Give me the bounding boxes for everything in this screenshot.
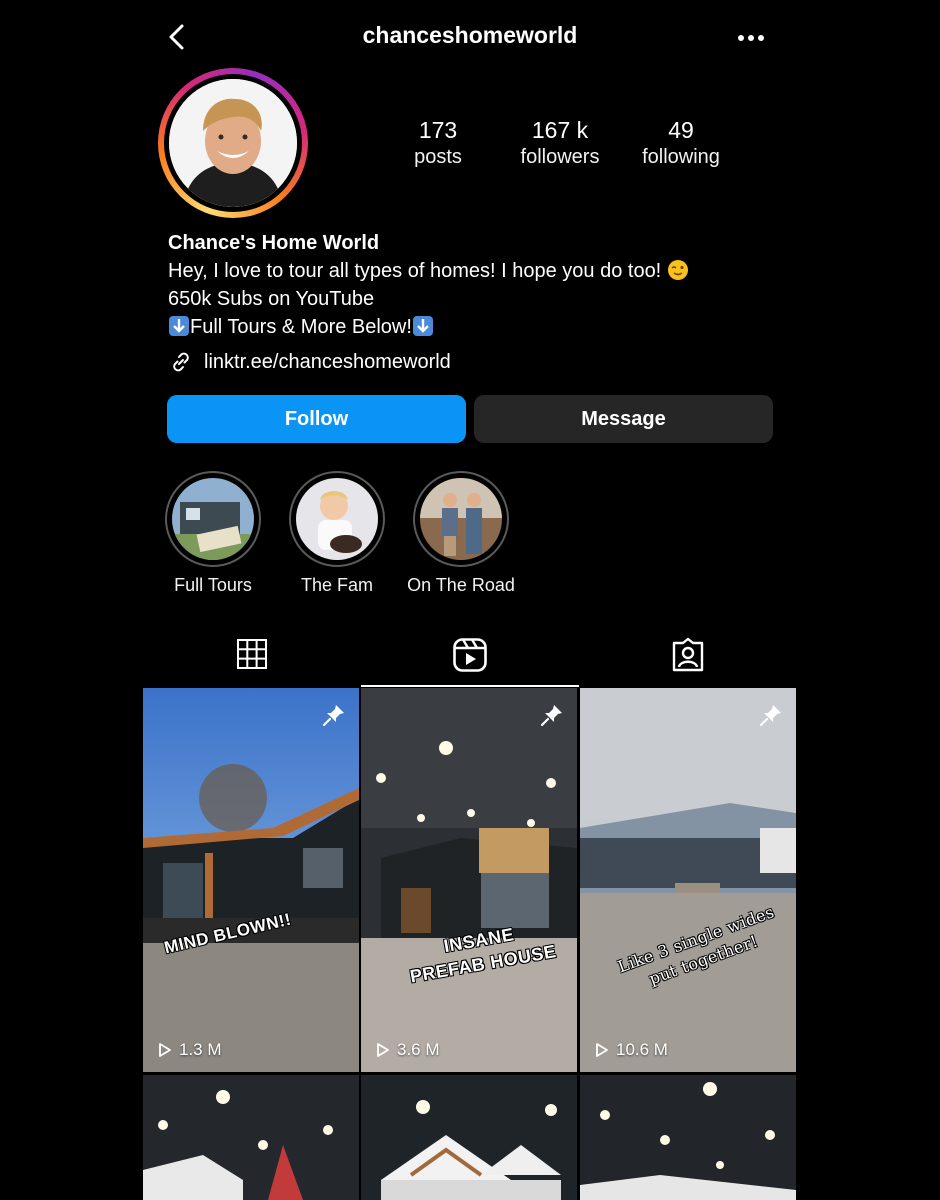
reel-thumbnail (580, 688, 796, 1072)
highlight-label: On The Road (407, 575, 515, 595)
avatar (169, 79, 297, 207)
reel-view-count: 10.6 M (616, 1040, 668, 1059)
posts-stat[interactable]: 173 posts (378, 117, 498, 171)
pin-icon (759, 705, 781, 727)
followers-count: 167 k (531, 117, 589, 143)
play-icon (377, 1043, 389, 1057)
bio-line-3-text: Full Tours & More Below! (190, 316, 412, 338)
following-stat[interactable]: 49 following (621, 117, 741, 171)
down-arrow-emoji-icon (412, 316, 433, 336)
reel-tile[interactable] (361, 1075, 577, 1200)
reel-view-count: 3.6 M (397, 1040, 440, 1059)
highlight-cover-image (172, 478, 254, 560)
reel-tile[interactable]: MIND BLOWN!! 1.3 M (143, 688, 359, 1072)
message-button[interactable]: Message (474, 395, 773, 443)
tagged-icon (672, 637, 704, 672)
reel-tile[interactable] (580, 1075, 796, 1200)
avatar-story-ring[interactable] (158, 68, 308, 218)
highlight-label: The Fam (300, 575, 374, 595)
reel-views: 1.3 M (157, 1040, 222, 1060)
reel-views: 10.6 M (594, 1040, 668, 1060)
followers-label: followers (520, 146, 600, 168)
bio-line-3: Full Tours & More Below! (168, 313, 788, 341)
reel-view-count: 1.3 M (179, 1040, 222, 1059)
reel-views: 3.6 M (375, 1040, 440, 1060)
highlight-on-the-road[interactable]: On The Road (401, 471, 521, 596)
winking-face-icon (667, 260, 688, 280)
link-icon (173, 352, 189, 372)
highlight-cover-image (420, 478, 502, 560)
highlight-cover-image (296, 478, 378, 560)
reel-tile[interactable]: Like 3 single wides put together! 10.6 M (580, 688, 796, 1072)
bio-link[interactable]: linktr.ee/chanceshomeworld (168, 349, 451, 375)
play-icon (596, 1043, 608, 1057)
followers-stat[interactable]: 167 k followers (500, 117, 620, 171)
reel-thumbnail (361, 688, 577, 1072)
reel-tile[interactable]: INSANE PREFAB HOUSE 3.6 M (361, 688, 577, 1072)
highlight-the-fam[interactable]: The Fam (277, 471, 397, 596)
follow-button[interactable]: Follow (167, 395, 466, 443)
highlight-label: Full Tours (174, 575, 252, 595)
following-count: 49 (668, 117, 694, 143)
posts-count: 173 (418, 117, 458, 143)
play-icon (159, 1043, 171, 1057)
bio-line-1-text: Hey, I love to tour all types of homes! … (168, 260, 662, 282)
bio-line-2: 650k Subs on YouTube (168, 288, 375, 310)
profile-bio: Chance's Home World Hey, I love to tour … (168, 229, 788, 341)
more-options-icon[interactable] (733, 26, 769, 50)
reel-thumbnail (143, 688, 359, 1072)
reel-thumbnail (361, 1075, 577, 1200)
posts-label: posts (414, 146, 462, 168)
pin-icon (322, 705, 344, 727)
tab-reels[interactable] (361, 625, 579, 687)
profile-username-title: chanceshomeworld (362, 22, 578, 48)
tab-tagged[interactable] (579, 625, 797, 687)
tab-grid[interactable] (143, 625, 361, 687)
profile-screen: chanceshomeworld 173 posts 167 k followe… (143, 0, 797, 1200)
bio-link-text: linktr.ee/chanceshomeworld (204, 350, 451, 373)
display-name: Chance's Home World (168, 232, 380, 254)
reels-icon (453, 638, 487, 672)
following-label: following (642, 146, 720, 168)
down-arrow-emoji-icon (169, 316, 189, 336)
reel-tile[interactable] (143, 1075, 359, 1200)
reel-thumbnail (580, 1075, 796, 1200)
bio-line-1: Hey, I love to tour all types of homes! … (168, 257, 788, 285)
reel-thumbnail (143, 1075, 359, 1200)
highlight-full-tours[interactable]: Full Tours (153, 471, 273, 596)
pin-icon (540, 705, 562, 727)
grid-icon (237, 639, 267, 669)
